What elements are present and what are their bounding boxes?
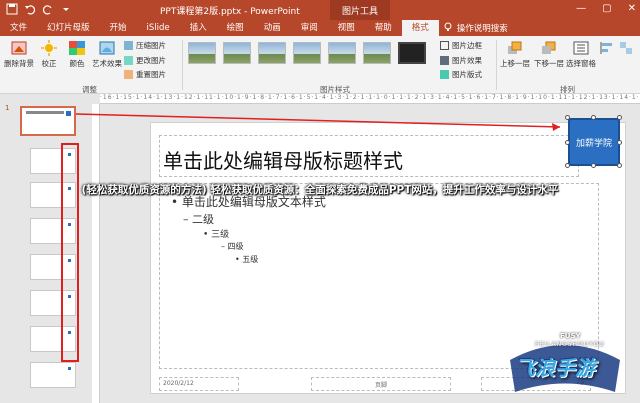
watermark-small-text: FEILANGSHOUYOU [535, 341, 605, 348]
resize-handle[interactable] [617, 163, 622, 168]
resize-handle[interactable] [565, 140, 570, 145]
overlay-caption: (轻松获取优质资源的方法) 轻松获取优质资源：全面探索免费成品PPT网站，提升工… [81, 184, 559, 196]
resize-handle[interactable] [591, 115, 596, 120]
resize-handle[interactable] [591, 163, 596, 168]
watermark-brand-text: 飞浪手游 [515, 356, 595, 380]
resize-handle[interactable] [617, 115, 622, 120]
resize-handle[interactable] [565, 163, 570, 168]
logo-picture[interactable]: 加薪学院 [568, 118, 620, 166]
resize-handle[interactable] [565, 115, 570, 120]
resize-handle[interactable] [617, 140, 622, 145]
watermark-top-text: FUSY [560, 332, 581, 340]
logo-text: 加薪学院 [575, 138, 612, 149]
